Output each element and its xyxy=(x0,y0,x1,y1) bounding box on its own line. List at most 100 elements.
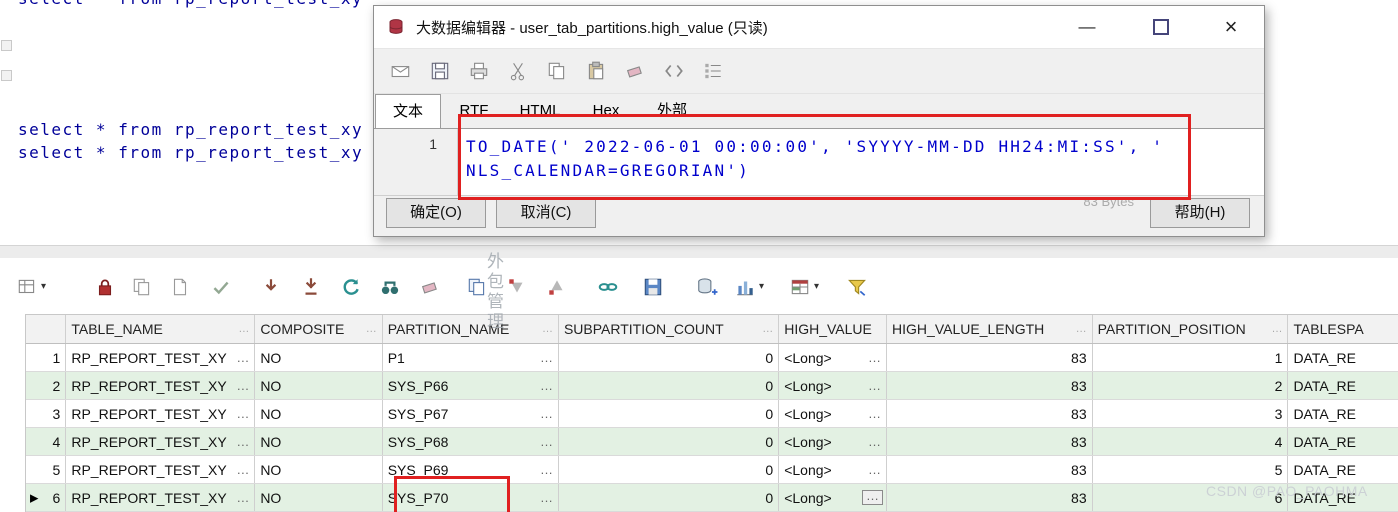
refresh-icon[interactable] xyxy=(340,276,362,298)
cell-high-value[interactable]: <Long>… xyxy=(779,372,887,399)
open-icon[interactable] xyxy=(390,60,412,82)
cell-tablespace[interactable]: DATA_RE xyxy=(1288,372,1398,399)
column-header-composite[interactable]: COMPOSITE… xyxy=(255,315,382,343)
cell-partition-name[interactable]: SYS_P66… xyxy=(383,372,559,399)
cell-partition-name[interactable]: SYS_P68… xyxy=(383,428,559,455)
fetch-last-page-icon[interactable] xyxy=(300,276,322,298)
cell-subpartition-count[interactable]: 0 xyxy=(559,400,779,427)
chevron-down-icon[interactable]: ▾ xyxy=(759,281,764,292)
find-icon[interactable] xyxy=(379,276,401,298)
cell-table-name[interactable]: RP_REPORT_TEST_XY… xyxy=(66,372,255,399)
cell-partition-position[interactable]: 1 xyxy=(1093,344,1289,371)
cell-partition-name[interactable]: SYS_P67… xyxy=(383,400,559,427)
column-header-partition-name[interactable]: PARTITION_NAME… xyxy=(383,315,559,343)
cell-ellipsis-button[interactable]: … xyxy=(232,381,249,391)
cell-subpartition-count[interactable]: 0 xyxy=(559,344,779,371)
export-database-icon[interactable] xyxy=(696,276,718,298)
cell-subpartition-count[interactable]: 0 xyxy=(559,372,779,399)
chevron-down-icon[interactable]: ▾ xyxy=(41,281,46,292)
column-header-high-value-length[interactable]: HIGH_VALUE_LENGTH… xyxy=(887,315,1093,343)
fetch-next-page-icon[interactable] xyxy=(260,276,282,298)
clear-icon[interactable] xyxy=(624,60,646,82)
save-icon[interactable] xyxy=(429,60,451,82)
grid-options-icon[interactable] xyxy=(16,276,38,298)
cancel-button[interactable]: 取消(C) xyxy=(496,198,596,228)
cell-high-value-length[interactable]: 83 xyxy=(887,372,1093,399)
cell-high-value-length[interactable]: 83 xyxy=(887,456,1093,483)
panel-splitter[interactable] xyxy=(0,245,1398,259)
resize-dots-icon[interactable]: … xyxy=(762,325,773,333)
export-icon[interactable] xyxy=(169,276,191,298)
resize-dots-icon[interactable]: … xyxy=(542,325,553,333)
code-icon[interactable] xyxy=(663,60,685,82)
commit-icon[interactable] xyxy=(210,276,232,298)
cell-ellipsis-button[interactable]: … xyxy=(864,381,881,391)
maximize-button[interactable] xyxy=(1138,6,1184,48)
resize-dots-icon[interactable]: … xyxy=(1076,325,1087,333)
clear-icon[interactable] xyxy=(419,276,441,298)
cell-composite[interactable]: NO xyxy=(255,428,382,455)
cell-ellipsis-button[interactable]: … xyxy=(864,409,881,419)
cell-high-value-length[interactable]: 83 xyxy=(887,484,1093,511)
cell-table-name[interactable]: RP_REPORT_TEST_XY… xyxy=(66,344,255,371)
resize-dots-icon[interactable]: … xyxy=(238,325,249,333)
cell-ellipsis-button[interactable]: … xyxy=(536,437,553,447)
cell-partition-position[interactable]: 5 xyxy=(1093,456,1289,483)
copy-icon[interactable] xyxy=(546,60,568,82)
cell-high-value[interactable]: <Long>… xyxy=(779,344,887,371)
report-table-icon[interactable] xyxy=(789,276,811,298)
filter-icon[interactable] xyxy=(846,276,868,298)
row-number-cell[interactable]: 1 xyxy=(26,344,66,371)
cell-ellipsis-button[interactable]: … xyxy=(536,409,553,419)
cell-high-value-length[interactable]: 83 xyxy=(887,344,1093,371)
close-button[interactable]: × xyxy=(1208,6,1254,48)
cell-composite[interactable]: NO xyxy=(255,400,382,427)
cell-ellipsis-button[interactable]: … xyxy=(536,381,553,391)
tab-text[interactable]: 文本 xyxy=(375,94,441,128)
row-number-cell[interactable]: 5 xyxy=(26,456,66,483)
print-icon[interactable] xyxy=(468,60,490,82)
column-header-subpartition-count[interactable]: SUBPARTITION_COUNT… xyxy=(559,315,779,343)
cell-partition-position[interactable]: 3 xyxy=(1093,400,1289,427)
cell-table-name[interactable]: RP_REPORT_TEST_XY… xyxy=(66,484,255,511)
cell-table-name[interactable]: RP_REPORT_TEST_XY… xyxy=(66,428,255,455)
cell-ellipsis-button[interactable]: … xyxy=(536,493,553,503)
cell-table-name[interactable]: RP_REPORT_TEST_XY… xyxy=(66,400,255,427)
cell-table-name[interactable]: RP_REPORT_TEST_XY… xyxy=(66,456,255,483)
chart-icon[interactable] xyxy=(734,276,756,298)
sort-descending-icon[interactable] xyxy=(506,276,528,298)
cell-partition-position[interactable]: 4 xyxy=(1093,428,1289,455)
resize-dots-icon[interactable]: … xyxy=(366,325,377,333)
sort-lines-icon[interactable] xyxy=(702,60,724,82)
cell-tablespace[interactable]: DATA_RE xyxy=(1288,456,1398,483)
cell-composite[interactable]: NO xyxy=(255,484,382,511)
column-header-high-value[interactable]: HIGH_VALUE xyxy=(779,315,887,343)
cell-ellipsis-button[interactable]: … xyxy=(232,465,249,475)
cell-high-value[interactable]: <Long>… xyxy=(779,484,887,511)
cell-ellipsis-button[interactable]: … xyxy=(232,493,249,503)
column-header-partition-position[interactable]: PARTITION_POSITION… xyxy=(1093,315,1289,343)
paste-icon[interactable] xyxy=(585,60,607,82)
sort-ascending-icon[interactable] xyxy=(546,276,568,298)
cell-ellipsis-button[interactable]: … xyxy=(862,490,883,505)
link-query-icon[interactable] xyxy=(597,276,619,298)
lock-icon[interactable] xyxy=(94,276,116,298)
column-header-tablespace[interactable]: TABLESPA xyxy=(1288,315,1398,343)
cell-tablespace[interactable]: DATA_RE xyxy=(1288,428,1398,455)
cell-partition-position[interactable]: 2 xyxy=(1093,372,1289,399)
cell-high-value-length[interactable]: 83 xyxy=(887,428,1093,455)
cell-subpartition-count[interactable]: 0 xyxy=(559,456,779,483)
column-header-table-name[interactable]: TABLE_NAME… xyxy=(66,315,255,343)
cell-ellipsis-button[interactable]: … xyxy=(232,437,249,447)
cell-tablespace[interactable]: DATA_RE xyxy=(1288,400,1398,427)
cell-high-value[interactable]: <Long>… xyxy=(779,400,887,427)
row-number-cell[interactable]: ▶6 xyxy=(26,484,66,511)
cell-subpartition-count[interactable]: 0 xyxy=(559,484,779,511)
cell-ellipsis-button[interactable]: … xyxy=(536,465,553,475)
cell-ellipsis-button[interactable]: … xyxy=(232,409,249,419)
row-number-cell[interactable]: 2 xyxy=(26,372,66,399)
minimize-button[interactable]: — xyxy=(1064,6,1110,48)
copy-icon[interactable] xyxy=(131,276,153,298)
cell-high-value[interactable]: <Long>… xyxy=(779,456,887,483)
row-number-cell[interactable]: 4 xyxy=(26,428,66,455)
